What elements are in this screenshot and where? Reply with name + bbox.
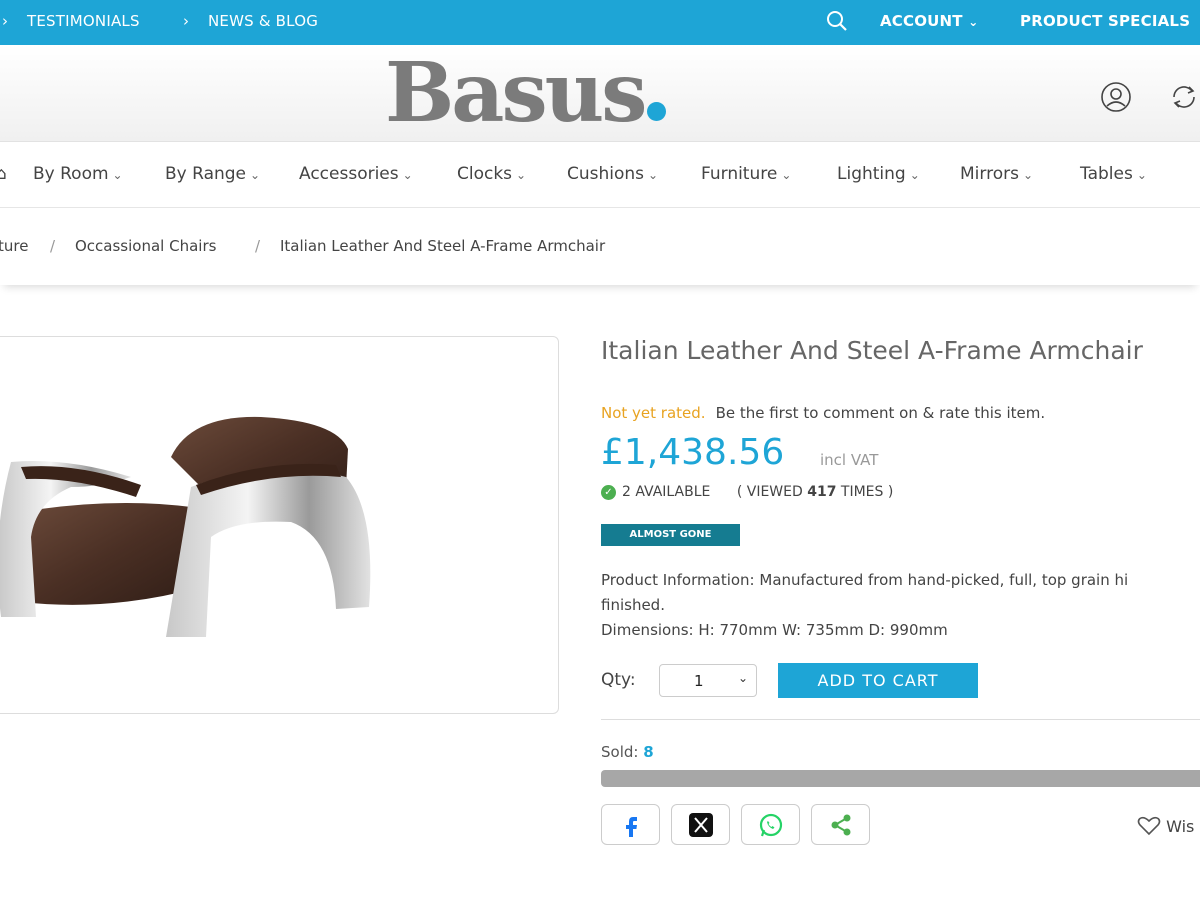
qty-label: Qty:: [601, 670, 636, 690]
chevron-right-icon: ›: [183, 12, 190, 30]
whatsapp-icon: [759, 813, 783, 837]
top-link-news-blog[interactable]: NEWS & BLOG: [208, 12, 318, 30]
nav-item-by-room[interactable]: By Room ⌄: [33, 164, 123, 184]
nav-label: Lighting: [837, 164, 906, 184]
account-label: ACCOUNT: [880, 12, 963, 30]
vat-label: incl VAT: [820, 451, 879, 469]
chevron-down-icon: ⌄: [1022, 168, 1034, 182]
search-icon[interactable]: [826, 10, 848, 36]
site-logo[interactable]: Basus: [385, 45, 667, 141]
rating-status: Not yet rated.: [601, 404, 706, 422]
nav-item-by-range[interactable]: By Range ⌄: [165, 164, 260, 184]
sold-label: Sold:: [601, 743, 639, 761]
almost-gone-badge: ALMOST GONE: [601, 524, 740, 546]
availability-line: ✓ 2 AVAILABLE ( VIEWED 417 TIMES ): [601, 484, 893, 500]
chevron-down-icon: ⌄: [516, 168, 527, 182]
chevron-down-icon: ⌄: [1136, 168, 1147, 182]
dimensions-line: Dimensions: H: 770mm W: 735mm D: 990mm: [601, 621, 948, 639]
viewed-suffix: TIMES ): [836, 484, 894, 500]
nav-item-furniture[interactable]: Furniture ⌄: [701, 164, 791, 184]
nav-item-accessories[interactable]: Accessories ⌄: [299, 164, 413, 184]
breadcrumb-furniture[interactable]: ture: [0, 237, 28, 255]
nav-item-clocks[interactable]: Clocks ⌄: [457, 164, 526, 184]
armchair-image: [0, 416, 371, 637]
nav-item-cushions[interactable]: Cushions ⌄: [567, 164, 658, 184]
sold-line: Sold: 8: [601, 743, 654, 761]
sold-progress-bar: [601, 770, 1200, 787]
check-circle-icon: ✓: [601, 485, 616, 500]
nav-item-lighting[interactable]: Lighting ⌄: [837, 164, 920, 184]
top-link-testimonials[interactable]: TESTIMONIALS: [27, 12, 140, 30]
quantity-select[interactable]: 1 ⌄: [659, 664, 757, 697]
product-specials-link[interactable]: PRODUCT SPECIALS: [1020, 12, 1190, 30]
breadcrumb-occassional-chairs[interactable]: Occassional Chairs: [75, 237, 216, 255]
sold-progress-fill: [601, 770, 1200, 787]
product-image-frame[interactable]: [0, 336, 559, 714]
description-line: Product Information: Manufactured from h…: [601, 571, 1129, 589]
product-price: £1,438.56: [601, 432, 785, 473]
available-count: 2 AVAILABLE: [622, 484, 711, 500]
description-line: finished.: [601, 596, 665, 614]
nav-label: By Range: [165, 164, 247, 184]
wishlist-link[interactable]: Wis: [1137, 816, 1194, 836]
logo-dot: [647, 102, 667, 121]
refresh-icon[interactable]: [1168, 81, 1200, 113]
chevron-down-icon: ⌄: [737, 671, 748, 685]
nav-label: Mirrors: [960, 164, 1019, 184]
qty-value: 1: [694, 672, 704, 690]
chevron-down-icon: ⌄: [402, 168, 413, 182]
share-whatsapp-button[interactable]: [741, 804, 800, 845]
account-menu[interactable]: ACCOUNT ⌄: [880, 12, 978, 30]
divider: [601, 719, 1200, 720]
home-icon[interactable]: ⌂: [0, 164, 7, 184]
nav-item-mirrors[interactable]: Mirrors ⌄: [960, 164, 1033, 184]
breadcrumb-current: Italian Leather And Steel A-Frame Armcha…: [280, 237, 606, 255]
breadcrumb-separator: /: [255, 237, 261, 255]
chevron-down-icon: ⌄: [112, 168, 123, 182]
x-icon: [689, 813, 713, 837]
site-header: Basus: [0, 45, 1200, 142]
facebook-icon: [626, 817, 637, 837]
nav-label: By Room: [33, 164, 109, 184]
nav-label: Tables: [1080, 164, 1133, 184]
nav-label: Accessories: [299, 164, 399, 184]
nav-label: Clocks: [457, 164, 513, 184]
chevron-down-icon: ⌄: [968, 15, 979, 29]
rate-item-link[interactable]: Be the first to comment on & rate this i…: [716, 404, 1046, 422]
top-bar: › TESTIMONIALS › NEWS & BLOG ACCOUNT ⌄ P…: [0, 0, 1200, 45]
breadcrumb: ture / Occassional Chairs / Italian Leat…: [0, 209, 1200, 285]
chevron-down-icon: ⌄: [648, 168, 659, 182]
nav-label: Furniture: [701, 164, 778, 184]
breadcrumb-separator: /: [50, 237, 56, 255]
chevron-down-icon: ⌄: [909, 168, 920, 182]
share-x-button[interactable]: [671, 804, 730, 845]
heart-icon: [1137, 816, 1161, 836]
viewed-prefix: ( VIEWED: [736, 484, 808, 500]
chevron-down-icon: ⌄: [250, 168, 261, 182]
share-more-button[interactable]: [811, 804, 870, 845]
product-description: Product Information: Manufactured from h…: [601, 568, 1200, 643]
chevron-down-icon: ⌄: [781, 168, 792, 182]
viewed-count: 417: [807, 484, 837, 500]
sold-count: 8: [643, 743, 654, 761]
user-icon[interactable]: [1100, 81, 1132, 113]
share-facebook-button[interactable]: [601, 804, 660, 845]
nav-label: Cushions: [567, 164, 645, 184]
add-to-cart-button[interactable]: ADD TO CART: [778, 663, 978, 698]
logo-text: Basus: [385, 45, 647, 141]
nav-item-tables[interactable]: Tables ⌄: [1080, 164, 1147, 184]
chevron-right-icon: ›: [2, 12, 9, 30]
rating-line: Not yet rated. Be the first to comment on…: [601, 404, 1045, 422]
wishlist-label: Wis: [1166, 817, 1195, 836]
product-title: Italian Leather And Steel A-Frame Armcha…: [601, 336, 1143, 365]
share-icon: [831, 814, 851, 836]
main-nav: ⌂ By Room ⌄ By Range ⌄ Accessories ⌄ Clocks…: [0, 142, 1200, 208]
